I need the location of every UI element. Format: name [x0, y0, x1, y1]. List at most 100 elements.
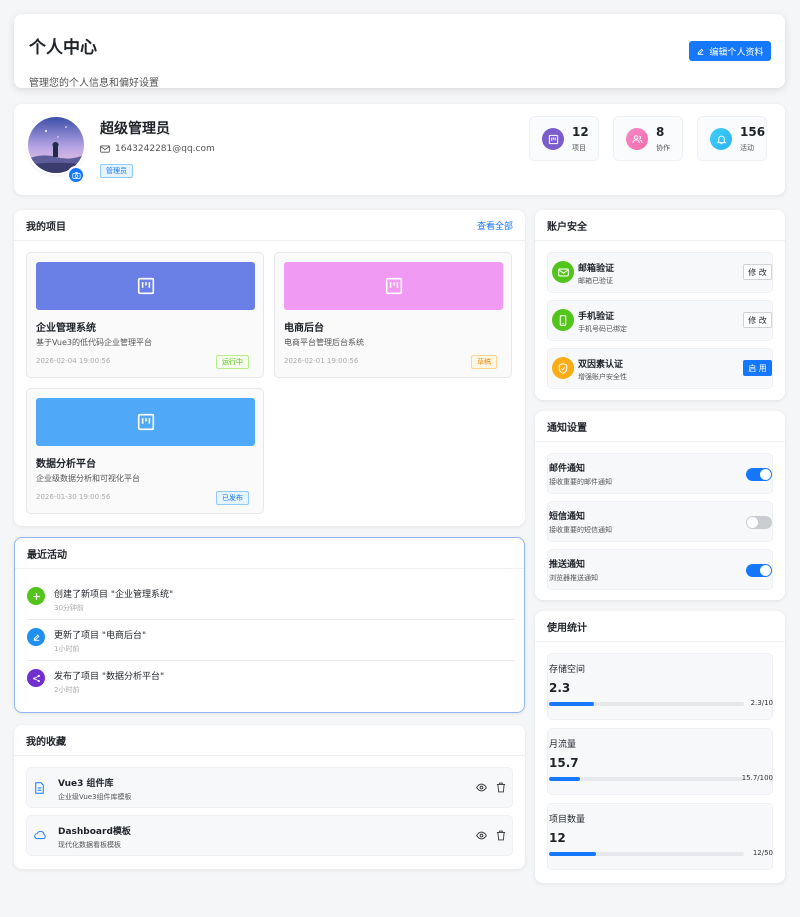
project-date: 2026-02-04 19:00:56	[36, 357, 111, 365]
stat-value: 156	[740, 125, 766, 139]
notification-item-email: 邮件通知 接收重要的邮件通知	[547, 453, 773, 494]
projects-card: 我的项目 查看全部 企业管理系统 基于Vue3的低代码企业管理平台 2026-0…	[14, 210, 525, 526]
stat-value: 12	[572, 125, 589, 139]
project-date: 2026-01-30 19:00:56	[36, 493, 111, 501]
board-icon	[385, 277, 402, 295]
project-desc: 基于Vue3的低代码企业管理平台	[36, 338, 153, 347]
mail-icon	[100, 145, 110, 153]
favorite-desc: 企业级Vue3组件库模板	[58, 793, 132, 801]
favorite-desc: 现代化数据看板模板	[58, 841, 121, 849]
document-icon	[35, 782, 44, 794]
shield-icon	[552, 357, 574, 379]
avatar[interactable]	[28, 117, 84, 173]
security-item-email: 邮箱验证 邮箱已验证 修 改	[547, 252, 773, 293]
cloud-icon	[34, 831, 46, 840]
projects-icon	[542, 128, 564, 150]
page-title: 个人中心	[29, 38, 97, 58]
usage-value: 12	[549, 831, 566, 845]
eye-icon[interactable]	[476, 831, 487, 840]
activity-time: 1小时前	[54, 645, 80, 653]
notification-item-push: 推送通知 浏览器推送通知	[547, 549, 773, 590]
project-desc: 企业级数据分析和可视化平台	[36, 474, 140, 483]
project-name: 电商后台	[284, 323, 324, 334]
profile-card: 超级管理员 1643242281@qq.com 管理员 12 项目 8 协作 1…	[14, 104, 785, 195]
favorite-name: Vue3 组件库	[58, 779, 114, 789]
profile-name: 超级管理员	[100, 121, 170, 137]
stat-label: 协作	[656, 144, 670, 152]
profile-email-text: 1643242281@qq.com	[115, 144, 215, 154]
stat-label: 项目	[572, 144, 586, 152]
email-notification-toggle[interactable]	[746, 468, 772, 481]
usage-meter: 2.3/10	[750, 699, 773, 707]
favorite-item[interactable]: Vue3 组件库 企业级Vue3组件库模板	[26, 767, 513, 808]
security-card: 账户安全 邮箱验证 邮箱已验证 修 改 手机验证 手机号码已绑定 修 改 双因素…	[535, 210, 785, 400]
notification-name: 邮件通知	[549, 464, 586, 474]
phone-icon	[552, 309, 574, 331]
activity-card: 最近活动 创建了新项目 "企业管理系统" 30分钟前 更新了项目 "电商后台" …	[14, 537, 525, 713]
project-card[interactable]: 电商后台 电商平台管理后台系统 2026-02-01 19:00:56 草稿	[274, 252, 512, 378]
modify-email-button[interactable]: 修 改	[743, 264, 772, 280]
project-card[interactable]: 企业管理系统 基于Vue3的低代码企业管理平台 2026-02-04 19:00…	[26, 252, 264, 378]
usage-meter: 12/50	[752, 849, 773, 857]
edit-profile-label: 编辑个人资料	[709, 47, 764, 58]
sms-notification-toggle[interactable]	[746, 516, 772, 529]
security-title: 账户安全	[547, 221, 587, 233]
favorite-item[interactable]: Dashboard模板 现代化数据看板模板	[26, 815, 513, 856]
activity-text: 创建了新项目 "企业管理系统"	[54, 590, 174, 600]
profile-email: 1643242281@qq.com	[100, 144, 215, 154]
edit-icon	[698, 48, 704, 55]
notification-name: 短信通知	[549, 512, 586, 522]
usage-progress-bar	[549, 777, 744, 781]
security-name: 双因素认证	[578, 360, 624, 370]
project-desc: 电商平台管理后台系统	[284, 338, 364, 347]
activity-title: 最近活动	[27, 549, 67, 561]
favorite-name: Dashboard模板	[58, 827, 131, 837]
change-avatar-button[interactable]	[67, 166, 85, 184]
activity-time: 2小时前	[54, 686, 80, 694]
project-banner	[36, 262, 255, 310]
eye-icon[interactable]	[476, 783, 487, 792]
stat-projects: 12 项目	[529, 116, 599, 161]
camera-icon	[71, 171, 81, 179]
usage-item-storage: 存储空间 2.3 2.3/10	[547, 653, 773, 720]
notification-title: 通知设置	[547, 422, 587, 434]
security-desc: 邮箱已验证	[578, 277, 613, 285]
security-desc: 增强账户安全性	[578, 373, 627, 381]
board-icon	[137, 277, 154, 295]
security-desc: 手机号码已绑定	[578, 325, 627, 333]
push-notification-toggle[interactable]	[746, 564, 772, 577]
board-icon	[137, 413, 154, 431]
project-card[interactable]: 数据分析平台 企业级数据分析和可视化平台 2026-01-30 19:00:56…	[26, 388, 264, 514]
enable-2fa-button[interactable]: 启 用	[743, 360, 772, 376]
security-item-phone: 手机验证 手机号码已绑定 修 改	[547, 300, 773, 341]
usage-label: 项目数量	[549, 815, 586, 825]
stat-value: 8	[656, 125, 665, 139]
usage-card: 使用统计 存储空间 2.3 2.3/10 月流量 15.7 15.7/100 项…	[535, 611, 785, 883]
view-all-link[interactable]: 查看全部	[477, 219, 513, 232]
favorites-title: 我的收藏	[26, 736, 66, 748]
edit-icon	[27, 628, 45, 646]
role-badge: 管理员	[100, 164, 133, 178]
usage-label: 存储空间	[549, 665, 586, 675]
page-header: 个人中心 管理您的个人信息和偏好设置 编辑个人资料	[14, 14, 785, 89]
usage-title: 使用统计	[547, 622, 587, 634]
trash-icon[interactable]	[496, 782, 506, 793]
stat-collab: 8 协作	[613, 116, 683, 161]
favorites-card: 我的收藏 Vue3 组件库 企业级Vue3组件库模板 Dashboard模板 现…	[14, 725, 525, 869]
activity-text: 更新了项目 "电商后台"	[54, 631, 147, 641]
security-name: 邮箱验证	[578, 264, 615, 274]
status-badge: 草稿	[471, 355, 497, 369]
collab-icon	[626, 128, 648, 150]
status-badge: 运行中	[216, 355, 249, 369]
notification-item-sms: 短信通知 接收重要的短信通知	[547, 501, 773, 542]
bell-icon	[710, 128, 732, 150]
plus-icon	[27, 587, 45, 605]
edit-profile-button[interactable]: 编辑个人资料	[689, 41, 771, 61]
activity-item: 创建了新项目 "企业管理系统" 30分钟前	[27, 579, 514, 620]
projects-title: 我的项目	[26, 221, 66, 233]
trash-icon[interactable]	[496, 830, 506, 841]
security-item-2fa: 双因素认证 增强账户安全性 启 用	[547, 348, 773, 389]
share-icon	[27, 669, 45, 687]
modify-phone-button[interactable]: 修 改	[743, 312, 772, 328]
project-banner	[284, 262, 503, 310]
